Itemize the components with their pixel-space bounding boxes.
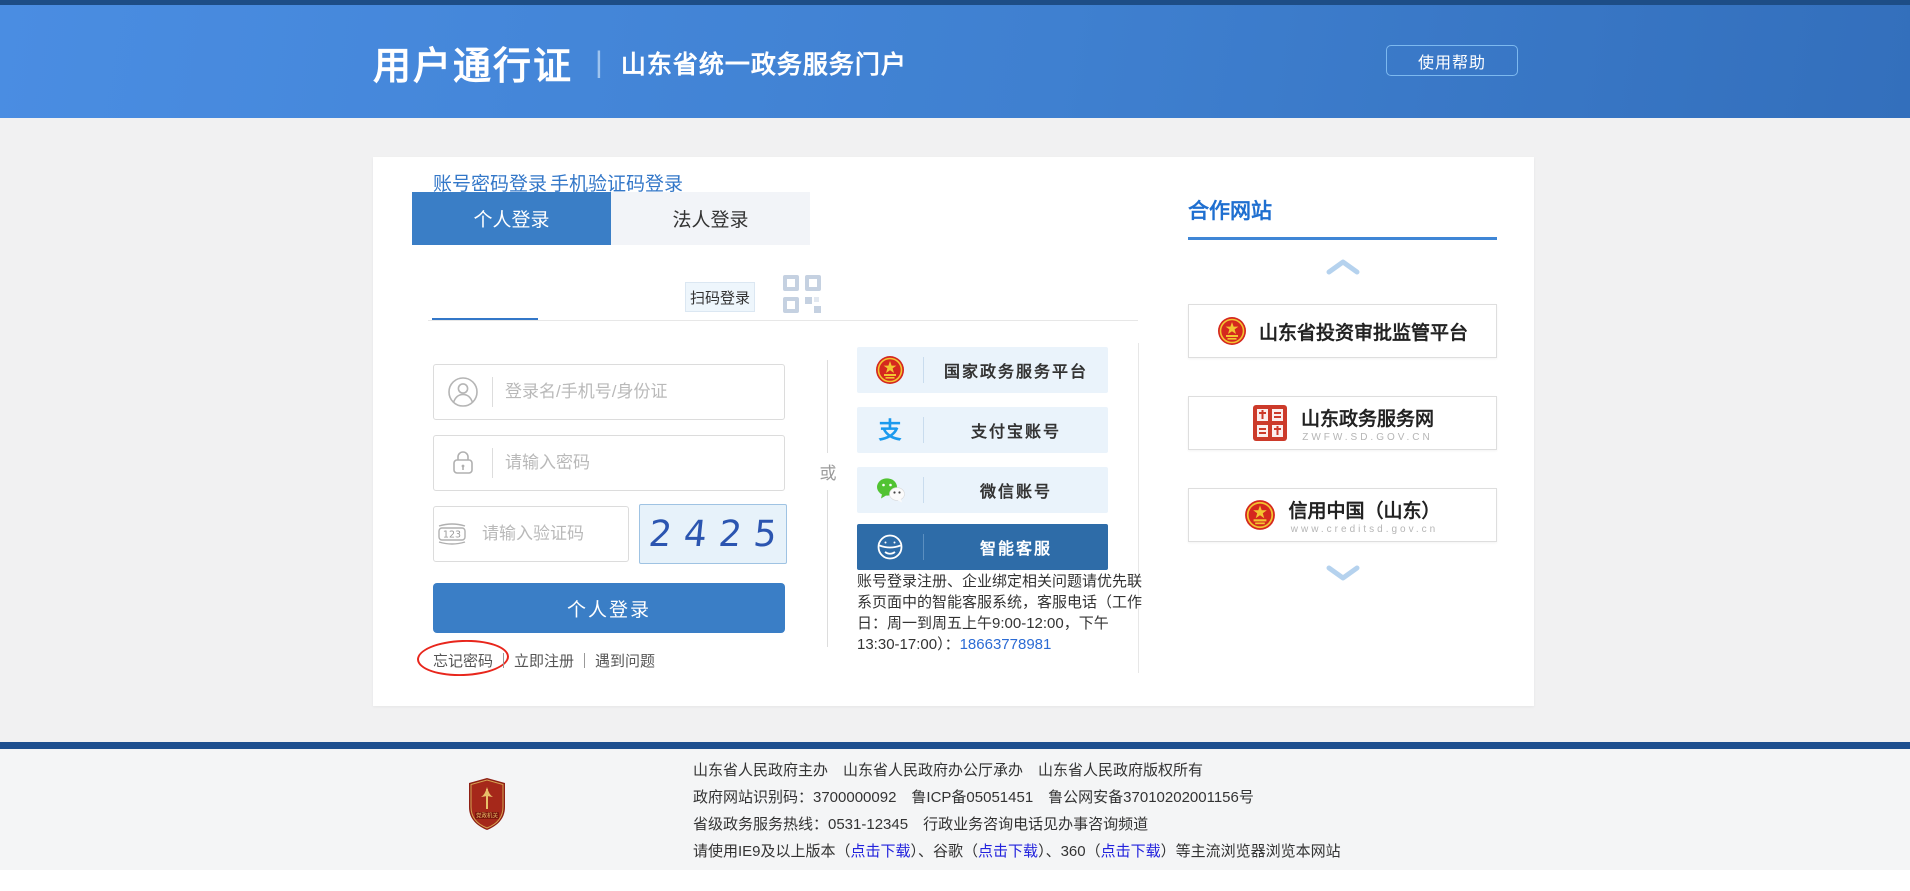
- footer-line-sponsor: 山东省人民政府主办 山东省人民政府办公厅承办 山东省人民政府版权所有: [693, 762, 1341, 780]
- login-page: 用户通行证 | 山东省统一政务服务门户 使用帮助 个人登录 法人登录 账号密码登…: [0, 0, 1910, 891]
- footer: 党政机关 山东省人民政府主办 山东省人民政府办公厅承办 山东省人民政府版权所有 …: [0, 749, 1910, 870]
- or-divider-line: [827, 360, 828, 647]
- chevron-up-icon[interactable]: [1325, 257, 1361, 277]
- tab-legal-login[interactable]: 法人登录: [611, 192, 810, 245]
- password-input[interactable]: [493, 436, 784, 490]
- captcha-image[interactable]: 2425: [639, 504, 787, 564]
- register-link[interactable]: 立即注册: [504, 650, 584, 671]
- third-party-national-platform[interactable]: 国家政务服务平台: [857, 347, 1108, 393]
- username-input[interactable]: [493, 365, 784, 419]
- login-card: 个人登录 法人登录 账号密码登录 手机验证码登录 扫码登录: [373, 157, 1534, 706]
- username-field-wrapper: [433, 364, 785, 420]
- third-party-alipay[interactable]: 支 支付宝账号: [857, 407, 1108, 453]
- national-emblem-icon: [1244, 499, 1276, 531]
- wechat-icon: [857, 475, 923, 505]
- helper-links: 忘记密码 立即注册 遇到问题: [433, 650, 665, 671]
- chevron-down-icon[interactable]: [1325, 563, 1361, 583]
- method-sms-code[interactable]: 手机验证码登录: [550, 169, 683, 196]
- personal-login-button[interactable]: 个人登录: [433, 583, 785, 633]
- password-field-wrapper: [433, 435, 785, 491]
- browser-text: ）等主流浏览器浏览本网站: [1161, 843, 1341, 860]
- browser-text: ）、360（: [1038, 843, 1101, 860]
- numbers-icon: 123: [434, 517, 470, 551]
- help-button[interactable]: 使用帮助: [1386, 45, 1518, 76]
- problem-link[interactable]: 遇到问题: [585, 650, 665, 671]
- forgot-password-link[interactable]: 忘记密码: [433, 650, 503, 671]
- partner-name: 山东省投资审批监管平台: [1259, 318, 1468, 345]
- user-icon: [434, 375, 492, 409]
- browser-text: 请使用IE9及以上版本（: [693, 843, 851, 860]
- chrome-download-link[interactable]: 点击下载: [978, 843, 1038, 860]
- brand: 用户通行证 | 山东省统一政务服务门户: [373, 35, 907, 90]
- footer-divider-bar: [0, 742, 1910, 749]
- partner-url: ZWFW.SD.GOV.CN: [1302, 432, 1433, 443]
- footer-line-browser: 请使用IE9及以上版本（点击下载）、谷歌（点击下载）、360（点击下载）等主流浏…: [693, 843, 1341, 879]
- footer-text-block: 山东省人民政府主办 山东省人民政府办公厅承办 山东省人民政府版权所有 政府网站识…: [693, 762, 1341, 888]
- captcha-digits: 2425: [635, 514, 791, 555]
- national-emblem-icon: [1217, 316, 1247, 346]
- or-label: 或: [813, 453, 843, 490]
- title-divider: |: [595, 46, 603, 80]
- lock-icon: [434, 446, 492, 480]
- partner-name: 信用中国（山东）: [1288, 496, 1440, 523]
- third-party-label: 支付宝账号: [924, 418, 1108, 442]
- third-party-label: 国家政务服务平台: [924, 358, 1108, 382]
- site-subtitle: 山东省统一政务服务门户: [621, 45, 907, 81]
- tab-personal-login[interactable]: 个人登录: [412, 192, 611, 245]
- partner-url: www.creditsd.gov.cn: [1291, 524, 1438, 535]
- national-emblem-icon: [857, 355, 923, 385]
- third-party-smart-service[interactable]: 智能客服: [857, 524, 1108, 570]
- svg-text:支: 支: [878, 418, 903, 444]
- browser360-download-link[interactable]: 点击下载: [1101, 843, 1161, 860]
- captcha-field-wrapper: 123: [433, 506, 629, 562]
- red-seal-icon: [1251, 403, 1289, 443]
- third-party-label: 微信账号: [924, 478, 1108, 502]
- method-account-password[interactable]: 账号密码登录: [433, 169, 547, 196]
- partner-name: 山东政务服务网: [1301, 404, 1434, 431]
- service-phone-link[interactable]: 18663778981: [960, 636, 1052, 653]
- browser-text: ）、谷歌（: [911, 843, 979, 860]
- partners-title: 合作网站: [1188, 195, 1272, 225]
- government-badge-icon: 党政机关: [467, 777, 507, 831]
- header-banner: 用户通行证 | 山东省统一政务服务门户 使用帮助: [0, 5, 1910, 118]
- badge-label-text: 党政机关: [476, 812, 499, 820]
- partner-credit-china[interactable]: 信用中国（山东） www.creditsd.gov.cn: [1188, 488, 1497, 542]
- footer-line-icp: 政府网站识别码：3700000092 鲁ICP备05051451 鲁公网安备37…: [693, 789, 1341, 807]
- third-party-label: 智能客服: [924, 535, 1108, 559]
- partner-investment-platform[interactable]: 山东省投资审批监管平台: [1188, 304, 1497, 358]
- service-notice: 账号登录注册、企业绑定相关问题请优先联系页面中的智能客服系统，客服电话（工作日：…: [857, 571, 1149, 655]
- method-divider-line: [428, 320, 1138, 321]
- method-scan-login[interactable]: 扫码登录: [685, 282, 755, 312]
- partners-underline: [1188, 237, 1497, 240]
- alipay-icon: 支: [857, 415, 923, 445]
- partner-sd-gov-service[interactable]: 山东政务服务网 ZWFW.SD.GOV.CN: [1188, 396, 1497, 450]
- third-party-wechat[interactable]: 微信账号: [857, 467, 1108, 513]
- svg-text:123: 123: [443, 530, 461, 541]
- ie-download-link[interactable]: 点击下载: [851, 843, 911, 860]
- footer-line-hotline: 省级政务服务热线：0531-12345 行政业务咨询电话见办事咨询频道: [693, 816, 1341, 834]
- qr-code-icon[interactable]: [781, 273, 823, 315]
- site-title: 用户通行证: [373, 35, 573, 90]
- robot-icon: [857, 532, 923, 562]
